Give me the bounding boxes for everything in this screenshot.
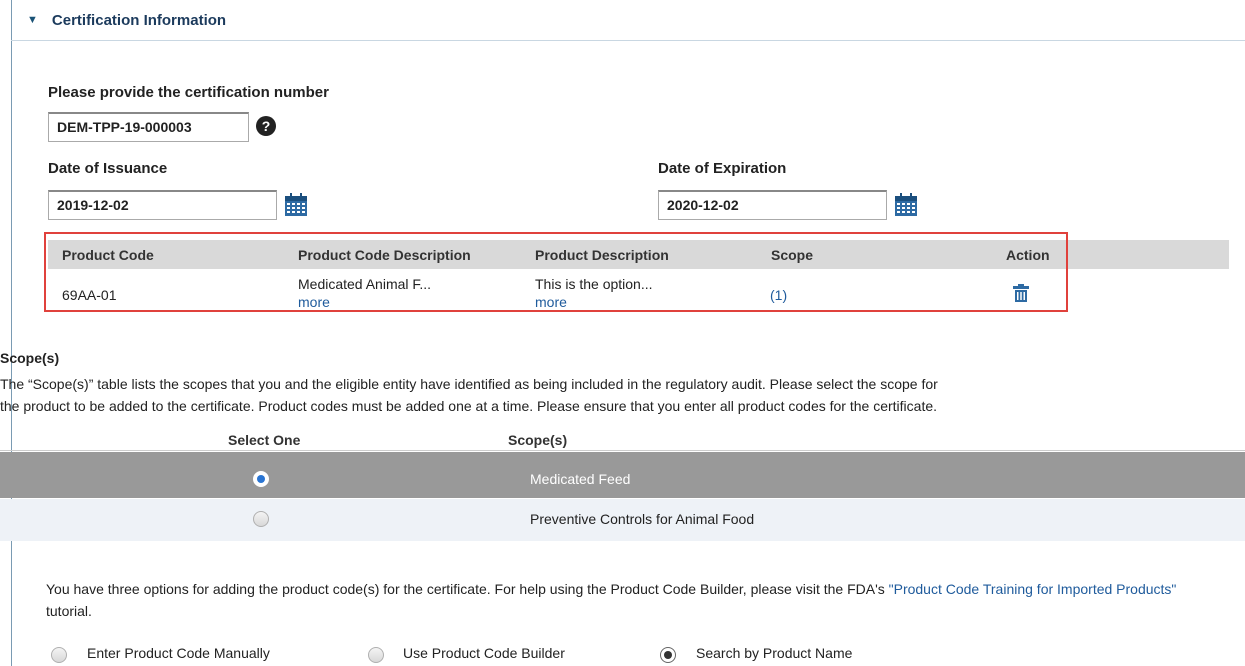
options-description: You have three options for adding the pr… [46, 578, 1226, 622]
scopes-description-line2: the product to be added to the certifica… [0, 398, 938, 414]
option-label-search[interactable]: Search by Product Name [696, 645, 852, 661]
scopes-title: Scope(s) [0, 350, 60, 366]
option-label-manual[interactable]: Enter Product Code Manually [87, 645, 270, 661]
option-radio-search[interactable] [660, 647, 676, 663]
product-table-highlight [44, 232, 1068, 312]
collapse-caret-icon[interactable]: ▼ [27, 14, 38, 26]
expiration-date-input[interactable]: 2020-12-02 [658, 190, 887, 220]
option-radio-manual[interactable] [51, 647, 67, 663]
scopes-description: The “Scope(s)” table lists the scopes th… [0, 373, 1245, 417]
option-radio-builder[interactable] [368, 647, 384, 663]
expiration-label: Date of Expiration [658, 160, 787, 177]
section-header[interactable]: ▼ Certification Information [11, 0, 1245, 41]
option-label-builder[interactable]: Use Product Code Builder [403, 645, 565, 661]
cert-number-label: Please provide the certification number [48, 84, 329, 101]
scopes-description-line1: The “Scope(s)” table lists the scopes th… [0, 376, 938, 392]
scope-radio-preventive-controls[interactable] [253, 511, 269, 527]
cert-number-input[interactable]: DEM-TPP-19-000003 [48, 112, 249, 142]
section-title: Certification Information [51, 11, 227, 29]
col-scopes: Scope(s) [508, 432, 568, 448]
issuance-date-input[interactable]: 2019-12-02 [48, 190, 277, 220]
options-text-end: tutorial. [46, 603, 92, 619]
help-icon[interactable]: ? [256, 116, 276, 136]
issuance-calendar-icon[interactable] [284, 193, 308, 217]
scopes-table-header [0, 428, 1245, 451]
expiration-calendar-icon[interactable] [894, 193, 918, 217]
training-link[interactable]: "Product Code Training for Imported Prod… [889, 581, 1177, 597]
issuance-label: Date of Issuance [48, 160, 168, 177]
col-select-one: Select One [228, 432, 301, 448]
scope-label: Medicated Feed [530, 471, 631, 487]
scope-radio-medicated-feed[interactable] [253, 471, 269, 487]
options-text: You have three options for adding the pr… [46, 581, 889, 597]
scope-label: Preventive Controls for Animal Food [530, 511, 755, 527]
